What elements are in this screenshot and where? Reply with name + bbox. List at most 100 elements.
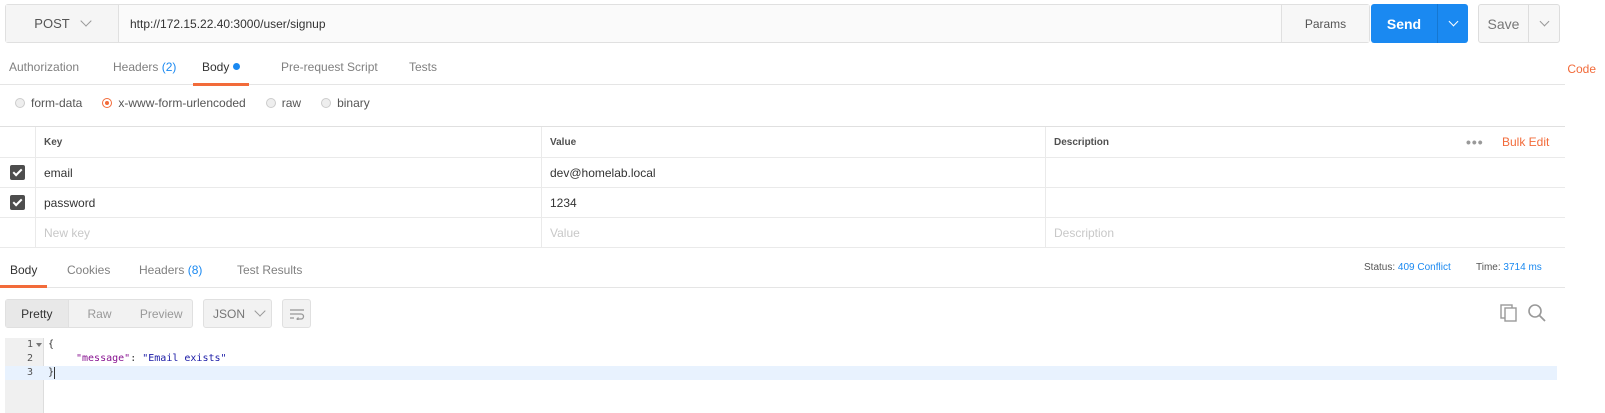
response-body-editor[interactable]: 1 { 2 "message": "Email exists" 3 } [5,338,1557,413]
code-line-active: 3 } [5,366,1557,380]
tab-label: Test Results [237,263,303,277]
tab-headers[interactable]: Headers (2) [113,49,176,85]
format-label: JSON [213,306,246,321]
text-cursor [54,367,55,379]
row-checkbox-cell [0,218,36,247]
line-number: 2 [26,353,33,364]
modified-dot-icon [233,63,241,70]
save-button[interactable]: Save [1478,4,1560,43]
key-cell[interactable]: email [36,158,541,187]
tab-cookies[interactable]: Cookies [67,254,110,287]
send-label[interactable]: Send [1371,4,1437,43]
tab-body[interactable]: Body [193,49,250,86]
method-dropdown[interactable]: POST [6,5,119,42]
description-cell[interactable] [1045,188,1565,217]
checkmark-icon [12,196,23,207]
tab-label: Cookies [67,263,111,277]
url-input[interactable]: http://172.15.22.40:3000/user/signup [119,5,1281,42]
tab-tests[interactable]: Tests [409,49,437,85]
radio-form-data[interactable]: form-data [15,96,82,110]
chevron-down-icon [1448,16,1458,27]
more-options-icon[interactable]: ••• [1466,127,1484,158]
tab-label: Headers [113,60,159,74]
save-label[interactable]: Save [1479,5,1528,42]
line-number: 1 [26,339,33,350]
code-line: 1 { [5,338,1557,352]
radio-circle-icon [321,98,332,108]
request-tabs: Authorization Headers (2) Body Pre-reque… [0,49,1565,86]
tab-count: (2) [161,60,177,74]
code-link[interactable]: Code [1567,62,1596,76]
radio-label: binary [337,96,370,110]
key-cell[interactable]: password [36,188,541,217]
line-number: 3 [26,367,33,378]
new-description-input[interactable]: Description [1045,218,1565,247]
send-options-button[interactable] [1437,4,1468,43]
pretty-button[interactable]: Pretty [6,300,69,327]
radio-label: raw [281,96,302,110]
tab-count: (8) [187,263,203,277]
new-param-row: New key Value Description [0,218,1565,248]
format-dropdown[interactable]: JSON [203,299,272,328]
params-button[interactable]: Params [1281,5,1369,42]
tab-pre-request-script[interactable]: Pre-request Script [281,49,378,85]
wrap-lines-button[interactable] [282,299,311,328]
tab-response-body[interactable]: Body [0,254,48,288]
active-tab-indicator [193,83,250,86]
time-label: Time: [1476,262,1501,273]
raw-button[interactable]: Raw [69,300,131,327]
status-value[interactable]: 409 Conflict [1398,262,1451,273]
radio-label: form-data [31,96,83,110]
tab-test-results[interactable]: Test Results [237,254,302,287]
copy-icon[interactable] [1499,303,1519,323]
json-separator: : [130,353,143,364]
row-checkbox[interactable] [10,195,25,210]
save-options-button[interactable] [1528,5,1559,42]
code-text: { [48,339,55,350]
tab-authorization[interactable]: Authorization [9,49,79,85]
view-mode-group: Pretty Raw Preview [5,299,193,328]
chevron-down-icon [80,15,92,27]
column-header-description: Description [1045,127,1565,157]
tab-label: Authorization [9,60,80,74]
tab-label: Body [202,60,230,74]
value-cell[interactable]: dev@homelab.local [541,158,1045,187]
search-icon[interactable] [1527,303,1547,323]
request-url-bar: POST http://172.15.22.40:3000/user/signu… [5,4,1370,43]
row-checkbox[interactable] [10,165,25,180]
description-cell[interactable] [1045,158,1565,187]
time-value[interactable]: 3714 ms [1503,262,1541,273]
row-checkbox-cell [0,188,36,217]
wrap-lines-icon [289,308,304,320]
radio-selected-icon [102,98,113,108]
value-cell[interactable]: 1234 [541,188,1045,217]
chevron-down-icon [1539,16,1549,27]
preview-button[interactable]: Preview [130,300,192,327]
response-tabs: Body Cookies Headers (8) Test Results [0,254,1565,288]
radio-label: x-www-form-urlencoded [118,96,246,110]
send-button[interactable]: Send [1371,4,1468,43]
checkmark-icon [12,166,23,177]
tab-label: Tests [409,60,438,74]
tab-response-headers[interactable]: Headers (8) [139,254,202,287]
radio-x-www-form-urlencoded[interactable]: x-www-form-urlencoded [102,96,246,110]
column-header-value: Value [541,127,1045,157]
radio-raw[interactable]: raw [265,96,302,110]
code-line: 2 "message": "Email exists" [5,352,1557,366]
header-check-cell [0,127,36,157]
method-label: POST [34,16,70,31]
fold-arrow-icon[interactable] [36,343,42,347]
tab-label: Pre-request Script [281,60,378,74]
status-label: Status: [1364,262,1396,273]
row-checkbox-cell [0,158,36,187]
chevron-down-icon [254,305,266,317]
radio-circle-icon [265,98,276,108]
response-status: Status: 409 Conflict [1364,262,1451,273]
radio-binary[interactable]: binary [321,96,370,110]
table-header-row: Key Value Description ••• Bulk Edit [0,127,1565,158]
new-value-input[interactable]: Value [541,218,1045,247]
radio-circle-icon [15,98,25,108]
json-key: "message" [76,353,131,364]
bulk-edit-link[interactable]: Bulk Edit [1502,127,1549,158]
new-key-input[interactable]: New key [36,218,541,247]
